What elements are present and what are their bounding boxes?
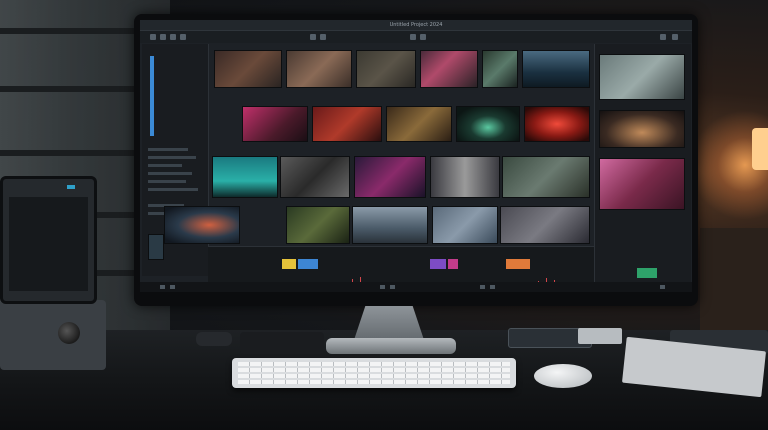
clip-thumbnail[interactable] [212, 156, 278, 198]
clip-thumbnail[interactable] [352, 206, 428, 244]
status-icon[interactable] [660, 285, 665, 289]
tool-icon[interactable] [672, 34, 678, 40]
clip-thumbnail[interactable] [502, 156, 590, 198]
monitor-screen: Untitled Project 2024 [140, 20, 692, 292]
color-swatch[interactable] [282, 259, 296, 269]
clip-thumbnail[interactable] [386, 106, 452, 142]
panel-row [148, 164, 182, 167]
key-row [238, 380, 510, 384]
preview-window[interactable] [599, 158, 685, 210]
clip-thumbnail[interactable] [500, 206, 590, 244]
clip-thumbnail[interactable] [286, 206, 350, 244]
tool-icon[interactable] [310, 34, 316, 40]
status-icon[interactable] [390, 285, 395, 289]
right-panel [594, 44, 691, 292]
mouse-icon[interactable] [534, 364, 592, 388]
status-bar [140, 282, 692, 292]
status-icon[interactable] [380, 285, 385, 289]
clip-thumbnail[interactable] [164, 206, 240, 244]
tool-icon[interactable] [170, 34, 176, 40]
tool-icon[interactable] [160, 34, 166, 40]
panel-row [148, 180, 186, 183]
tool-icon[interactable] [660, 34, 666, 40]
clip-thumbnail[interactable] [420, 50, 478, 88]
clip-thumbnail[interactable] [599, 54, 685, 100]
key-row [238, 368, 510, 372]
clip-thumbnail[interactable] [430, 156, 500, 198]
card-reader [578, 328, 622, 344]
monitor-base [326, 338, 456, 354]
selection-bar [150, 56, 154, 136]
panel-row [148, 156, 196, 159]
color-swatch[interactable] [298, 259, 318, 269]
clip-thumbnail[interactable] [242, 106, 308, 142]
tool-icon[interactable] [150, 34, 156, 40]
color-swatch[interactable] [430, 259, 446, 269]
panel-row [148, 172, 192, 175]
keyboard-icon[interactable] [232, 358, 516, 388]
clip-thumbnail[interactable] [524, 106, 590, 142]
panel-row [148, 148, 188, 151]
headphone-icon [196, 332, 232, 346]
clip-thumbnail[interactable] [599, 110, 685, 148]
clip-thumbnail[interactable] [312, 106, 382, 142]
laptop-base [0, 300, 106, 370]
status-icon[interactable] [160, 285, 165, 289]
control-knob-icon[interactable] [58, 322, 80, 344]
key-row [238, 362, 510, 366]
window-title: Untitled Project 2024 [389, 22, 443, 28]
tool-icon[interactable] [410, 34, 416, 40]
background-shelf [700, 228, 768, 338]
color-swatch[interactable] [448, 259, 458, 269]
desk-device [240, 332, 324, 354]
tool-icon[interactable] [420, 34, 426, 40]
color-swatch[interactable] [506, 259, 530, 269]
panel-row [148, 188, 198, 191]
lamp-icon [752, 128, 768, 170]
thumbnail[interactable] [148, 234, 164, 260]
toolbar [140, 31, 692, 43]
tool-icon[interactable] [180, 34, 186, 40]
clip-thumbnail[interactable] [286, 50, 352, 88]
clip-thumbnail[interactable] [214, 50, 282, 88]
tool-icon[interactable] [320, 34, 326, 40]
color-swatch[interactable] [637, 268, 657, 278]
clip-thumbnail[interactable] [482, 50, 518, 88]
clip-thumbnail[interactable] [280, 156, 350, 198]
clip-thumbnail[interactable] [354, 156, 426, 198]
status-icon[interactable] [490, 285, 495, 289]
status-icon[interactable] [170, 285, 175, 289]
clip-thumbnail[interactable] [432, 206, 498, 244]
status-icon[interactable] [480, 285, 485, 289]
clip-thumbnail[interactable] [456, 106, 520, 142]
clip-thumbnail[interactable] [356, 50, 416, 88]
key-row [238, 374, 510, 378]
laptop-display [9, 197, 88, 291]
laptop-screen [0, 176, 97, 304]
laptop-indicator [67, 185, 75, 189]
title-bar: Untitled Project 2024 [140, 20, 692, 31]
clip-thumbnail[interactable] [522, 50, 590, 88]
